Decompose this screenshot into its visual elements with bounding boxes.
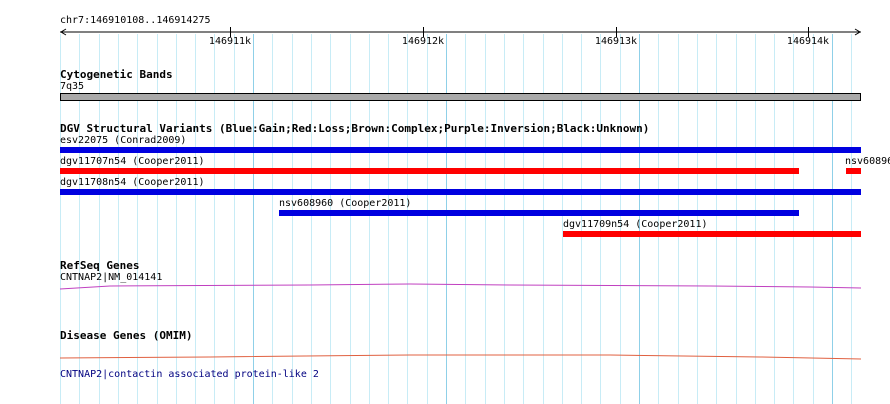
- genome-browser-panel: chr7:146910108..146914275 146911k 146912…: [0, 0, 890, 404]
- omim-gene-line[interactable]: [0, 0, 890, 404]
- omim-gene-link[interactable]: CNTNAP2|contactin associated protein-lik…: [60, 369, 319, 381]
